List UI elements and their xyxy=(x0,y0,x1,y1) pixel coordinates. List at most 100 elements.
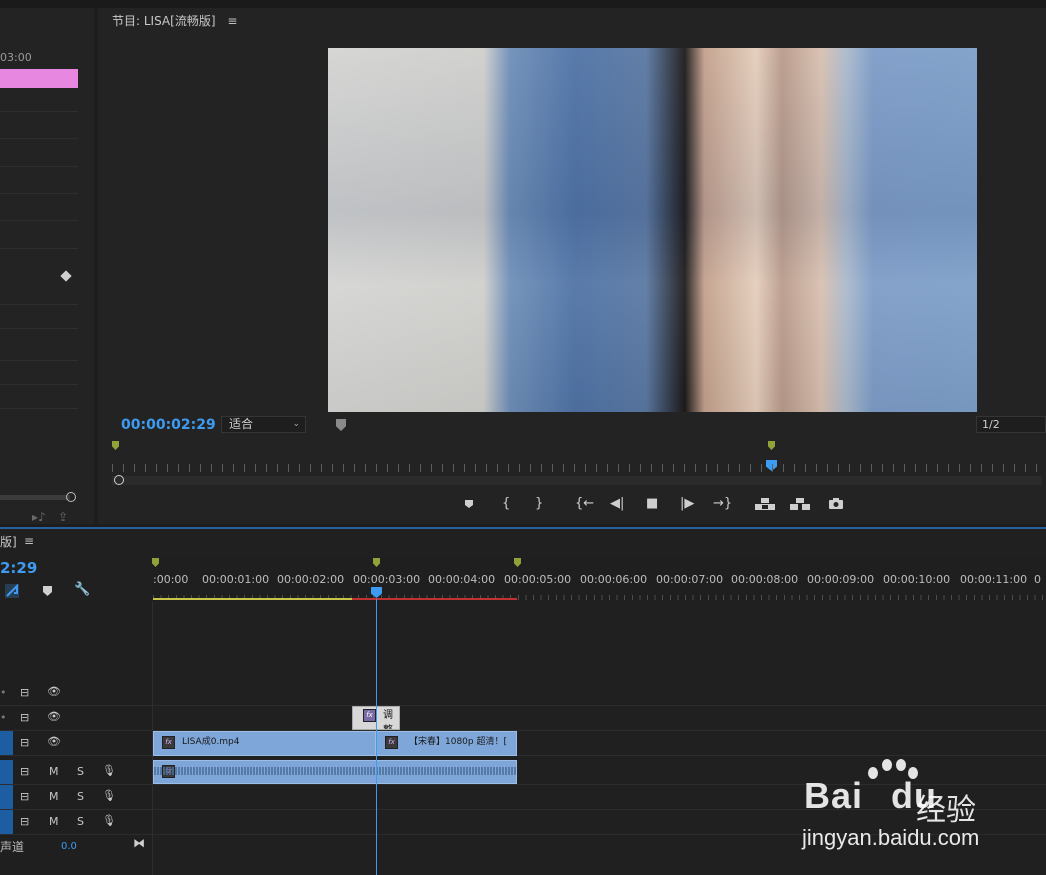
divider xyxy=(0,328,78,329)
divider xyxy=(0,138,78,139)
track-lock-icon[interactable]: • xyxy=(0,686,7,699)
monitor-timecode[interactable]: 00:00:02:29 xyxy=(121,417,216,433)
track-target[interactable] xyxy=(0,731,13,755)
go-to-in-button[interactable]: {← xyxy=(575,496,594,511)
divider xyxy=(0,360,78,361)
sync-lock-icon[interactable]: ⊟ xyxy=(20,711,29,724)
chevron-down-icon: ⌄ xyxy=(292,419,300,429)
master-track-label: 声道 xyxy=(0,840,25,854)
divider xyxy=(0,408,78,409)
extract-icon[interactable] xyxy=(790,498,810,510)
stop-button[interactable]: ■ xyxy=(646,496,658,511)
mark-out-button[interactable]: } xyxy=(535,496,543,511)
paw-icon xyxy=(896,759,906,771)
video-clip[interactable]: fx 【宋春】1080p 超清！[ xyxy=(376,731,517,756)
go-to-end-icon[interactable]: ⧓ xyxy=(133,836,145,850)
step-forward-button[interactable]: |▶ xyxy=(680,496,694,511)
track-target[interactable] xyxy=(0,810,13,834)
microphone-icon[interactable]: 🎙 xyxy=(102,789,116,802)
go-to-out-button[interactable]: →} xyxy=(713,496,732,511)
eye-icon[interactable]: 👁 xyxy=(47,735,61,748)
monitor-ruler[interactable] xyxy=(112,464,1042,472)
fx-icon: fx xyxy=(385,736,398,749)
in-marker-icon[interactable] xyxy=(336,419,346,431)
ruler-label: 00:00:03:00 xyxy=(353,573,421,586)
ruler-label: 00:00:09:00 xyxy=(807,573,875,586)
fx-icon: fx xyxy=(363,709,376,722)
fit-dropdown[interactable]: 适合 ⌄ xyxy=(221,416,306,433)
ruler-label: 00:00:05:00 xyxy=(504,573,572,586)
camera-icon[interactable] xyxy=(829,498,843,509)
timeline-title[interactable]: 版] xyxy=(0,533,17,550)
mute-button[interactable]: M xyxy=(49,790,59,803)
ruler-label: 00:00:06:00 xyxy=(580,573,648,586)
sync-lock-icon[interactable]: ⊟ xyxy=(20,790,29,803)
eye-icon[interactable]: 👁 xyxy=(47,685,61,698)
program-monitor: 节目: LISA[流畅版] ≡ 00:00:02:29 适合 ⌄ 1/2 { }… xyxy=(98,8,1046,524)
snap-icon[interactable] xyxy=(5,584,21,598)
resolution-value: 1/2 xyxy=(982,418,1000,431)
ruler-label: 00:00:04:00 xyxy=(428,573,496,586)
track-target[interactable] xyxy=(0,760,13,784)
monitor-scrollbar[interactable] xyxy=(112,476,1042,485)
export-icon[interactable]: ⇪ xyxy=(58,510,68,524)
video-preview xyxy=(328,48,977,412)
zoom-handle[interactable] xyxy=(66,492,76,502)
sync-lock-icon[interactable]: ⊟ xyxy=(20,815,29,828)
mute-button[interactable]: M xyxy=(49,765,59,778)
ruler-label: 00:00:07:00 xyxy=(656,573,724,586)
lift-icon[interactable] xyxy=(755,498,775,510)
mark-in-button[interactable]: { xyxy=(502,496,510,511)
divider xyxy=(0,166,78,167)
divider xyxy=(0,384,78,385)
keyframe-icon[interactable] xyxy=(60,270,72,282)
solo-button[interactable]: S xyxy=(77,790,84,803)
effect-clip-bar[interactable] xyxy=(0,69,78,88)
microphone-icon[interactable]: 🎙 xyxy=(102,814,116,827)
sync-lock-icon[interactable]: ⊟ xyxy=(20,736,29,749)
ruler-label: 00:00:02:00 xyxy=(277,573,345,586)
sync-lock-icon[interactable]: ⊟ xyxy=(20,686,29,699)
fit-dropdown-value: 适合 xyxy=(229,417,254,431)
sync-lock-icon[interactable]: ⊟ xyxy=(20,765,29,778)
render-bar-yellow xyxy=(153,598,352,600)
video-clip-label: 【宋春】1080p 超清！[ xyxy=(409,737,507,747)
marker-icon[interactable] xyxy=(768,441,775,450)
track-lock-icon[interactable]: • xyxy=(0,711,7,724)
track-v2[interactable]: • ⊟ 👁 xyxy=(0,706,1046,731)
divider xyxy=(0,111,78,112)
track-v3[interactable]: • ⊟ 👁 xyxy=(0,681,1046,706)
step-back-button[interactable]: ◀| xyxy=(610,496,624,511)
add-marker-icon[interactable] xyxy=(464,499,474,509)
wrench-icon[interactable]: 🔧 xyxy=(74,582,90,597)
mute-button[interactable]: M xyxy=(49,815,59,828)
solo-button[interactable]: S xyxy=(77,765,84,778)
track-target[interactable] xyxy=(0,785,13,809)
video-clip[interactable]: fx LISA成0.mp4 xyxy=(153,731,376,756)
marker-icon[interactable] xyxy=(112,441,119,450)
playhead-line xyxy=(376,599,377,875)
eye-icon[interactable]: 👁 xyxy=(47,710,61,723)
timeline-timecode[interactable]: 2:29 xyxy=(0,559,37,577)
scroll-handle[interactable] xyxy=(114,475,124,485)
ruler-label: 00:00:11:00 xyxy=(960,573,1028,586)
divider xyxy=(0,220,78,221)
zoom-scrollbar[interactable] xyxy=(0,495,70,500)
resolution-dropdown[interactable]: 1/2 xyxy=(976,416,1046,433)
add-marker-icon[interactable] xyxy=(43,586,52,596)
divider xyxy=(0,304,78,305)
microphone-icon[interactable]: 🎙 xyxy=(102,764,116,777)
divider xyxy=(0,193,78,194)
effect-controls-panel: 03:00 ▸♪ ⇪ xyxy=(0,8,94,524)
ruler-label: 00:00:08:00 xyxy=(731,573,799,586)
audio-icon[interactable]: ▸♪ xyxy=(32,510,46,524)
monitor-menu-icon[interactable]: ≡ xyxy=(227,14,237,28)
timeline-menu-icon[interactable]: ≡ xyxy=(24,534,34,548)
master-volume-value[interactable]: 0.0 xyxy=(61,841,77,852)
effect-time-label: 03:00 xyxy=(0,51,32,64)
audio-clip[interactable]: fx xyxy=(153,760,517,784)
audio-waveform xyxy=(154,767,516,775)
solo-button[interactable]: S xyxy=(77,815,84,828)
watermark-url: jingyan.baidu.com xyxy=(802,825,980,850)
monitor-title-text: 节目: LISA[流畅版] xyxy=(112,14,216,28)
